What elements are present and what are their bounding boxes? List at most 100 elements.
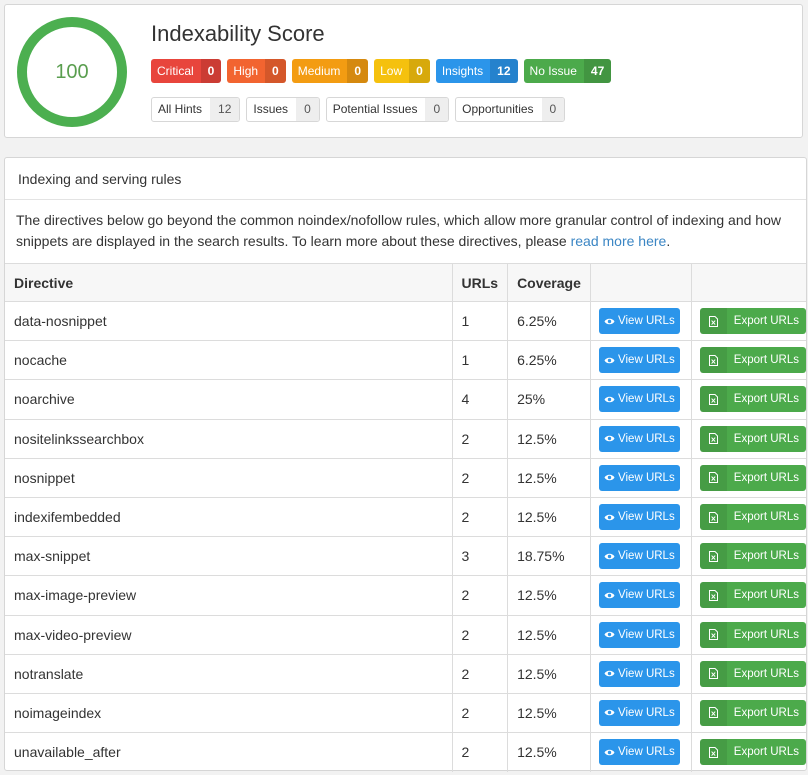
export-urls-label: Export URLs [733, 393, 799, 406]
export-urls-button[interactable]: Export URLs [699, 660, 806, 687]
table-row: noimageindex 2 12.5% View URLs Export UR… [5, 692, 806, 733]
coverage-cell: 6.25% [507, 300, 591, 341]
view-urls-label: View URLs [618, 589, 675, 602]
export-urls-button[interactable]: Export URLs [699, 386, 806, 413]
export-cell: Export URLs [690, 575, 806, 615]
badge-count: 0 [347, 59, 369, 83]
export-urls-button[interactable]: Export URLs [699, 504, 806, 531]
export-urls-button[interactable]: Export URLs [699, 425, 806, 452]
score-title: Indexability Score [151, 21, 325, 46]
export-urls-button[interactable]: Export URLs [699, 543, 806, 570]
urls-cell: 2 [451, 732, 508, 772]
severity-badge-low[interactable]: Low 0 [374, 59, 430, 83]
coverage-cell: 12.5% [507, 692, 591, 733]
export-icon-wrap [699, 543, 727, 570]
directive-cell: nositelinkssearchbox [5, 418, 452, 459]
coverage-cell: 12.5% [507, 575, 591, 615]
export-urls-label: Export URLs [733, 706, 799, 719]
urls-cell: 2 [451, 575, 508, 615]
coverage-cell: 12.5% [507, 418, 591, 459]
hint-label: Opportunities [462, 102, 534, 116]
hint-filters: All Hints 12 Issues 0 Potential Issues 0 Oppor… [151, 97, 571, 122]
col-coverage: Coverage [507, 263, 591, 302]
urls-cell: 1 [451, 340, 508, 380]
table-row: unavailable_after 2 12.5% View URLs Expo… [5, 732, 806, 772]
view-urls-button[interactable]: View URLs [598, 308, 680, 335]
file-excel-icon [708, 354, 718, 366]
export-urls-label: Export URLs [733, 589, 799, 602]
view-urls-button[interactable]: View URLs [598, 621, 680, 648]
view-urls-button[interactable]: View URLs [598, 425, 680, 452]
directive-cell: max-video-preview [5, 614, 452, 655]
export-urls-button[interactable]: Export URLs [699, 347, 806, 374]
view-urls-button[interactable]: View URLs [598, 464, 680, 491]
hint-count: 12 [210, 98, 240, 121]
hint-count: 0 [541, 98, 565, 121]
export-urls-button[interactable]: Export URLs [699, 739, 806, 766]
view-urls-button[interactable]: View URLs [598, 582, 680, 609]
eye-icon [604, 318, 615, 324]
directive-cell: noimageindex [5, 692, 452, 733]
view-urls-button[interactable]: View URLs [598, 347, 680, 374]
directive-cell: max-image-preview [5, 575, 452, 615]
directives-table: Directive URLs Coverage data-nosnippet 1… [5, 263, 806, 772]
badge-label: Medium [297, 64, 341, 78]
read-more-link[interactable]: read more here [571, 233, 667, 249]
view-urls-label: View URLs [618, 746, 675, 759]
export-icon-wrap [699, 504, 727, 531]
urls-cell: 2 [451, 614, 508, 655]
severity-badge-critical[interactable]: Critical 0 [151, 59, 222, 83]
eye-icon [604, 631, 615, 638]
export-urls-label: Export URLs [733, 471, 799, 484]
hint-filter-issues[interactable]: Issues 0 [246, 97, 320, 122]
file-excel-icon [708, 472, 718, 484]
indexability-score-card: 100 Indexability Score Critical 0 High 0 Med… [4, 4, 803, 138]
file-excel-icon [708, 315, 718, 327]
eye-icon [604, 749, 615, 756]
export-urls-button[interactable]: Export URLs [699, 308, 806, 335]
urls-cell: 1 [451, 300, 508, 341]
view-cell: View URLs [589, 300, 692, 341]
eye-icon [604, 553, 615, 559]
badge-count: 47 [583, 59, 612, 83]
view-urls-button[interactable]: View URLs [598, 660, 680, 687]
export-urls-button[interactable]: Export URLs [699, 699, 806, 726]
file-excel-icon [708, 550, 718, 562]
export-cell: Export URLs [690, 300, 806, 341]
hint-filter-potential-issues[interactable]: Potential Issues 0 [325, 97, 450, 122]
hint-filter-all-hints[interactable]: All Hints 12 [151, 97, 241, 122]
view-urls-button[interactable]: View URLs [598, 739, 680, 766]
badge-label: Insights [441, 64, 484, 78]
file-excel-icon [708, 393, 718, 405]
export-urls-label: Export URLs [733, 432, 799, 445]
table-row: nocache 1 6.25% View URLs Export URLs [5, 340, 806, 380]
export-icon-wrap [699, 464, 727, 491]
export-cell: Export URLs [690, 418, 806, 459]
view-urls-button[interactable]: View URLs [598, 543, 680, 570]
coverage-cell: 12.5% [507, 496, 591, 537]
export-cell: Export URLs [690, 379, 806, 420]
file-excel-icon [708, 511, 718, 523]
export-cell: Export URLs [690, 692, 806, 733]
severity-badge-insights[interactable]: Insights 12 [435, 59, 518, 83]
badge-label: Critical [157, 64, 194, 78]
hint-filter-opportunities[interactable]: Opportunities 0 [455, 97, 566, 122]
view-urls-button[interactable]: View URLs [598, 504, 680, 531]
score-value: 100 [55, 60, 89, 83]
view-urls-button[interactable]: View URLs [598, 699, 680, 726]
view-urls-button[interactable]: View URLs [598, 386, 680, 413]
directive-cell: data-nosnippet [5, 300, 452, 341]
export-urls-button[interactable]: Export URLs [699, 582, 806, 609]
col-urls: URLs [451, 263, 508, 302]
table-row: noarchive 4 25% View URLs Export URLs [5, 379, 806, 420]
col-view [589, 263, 692, 302]
urls-cell: 2 [451, 457, 508, 498]
severity-badge-no-issue[interactable]: No Issue 47 [523, 59, 612, 83]
severity-badge-medium[interactable]: Medium 0 [291, 59, 369, 83]
export-urls-button[interactable]: Export URLs [699, 464, 806, 491]
urls-cell: 2 [451, 653, 508, 694]
export-urls-button[interactable]: Export URLs [699, 621, 806, 648]
export-cell: Export URLs [690, 536, 806, 576]
severity-badge-high[interactable]: High 0 [227, 59, 286, 83]
hint-count: 0 [296, 98, 319, 121]
